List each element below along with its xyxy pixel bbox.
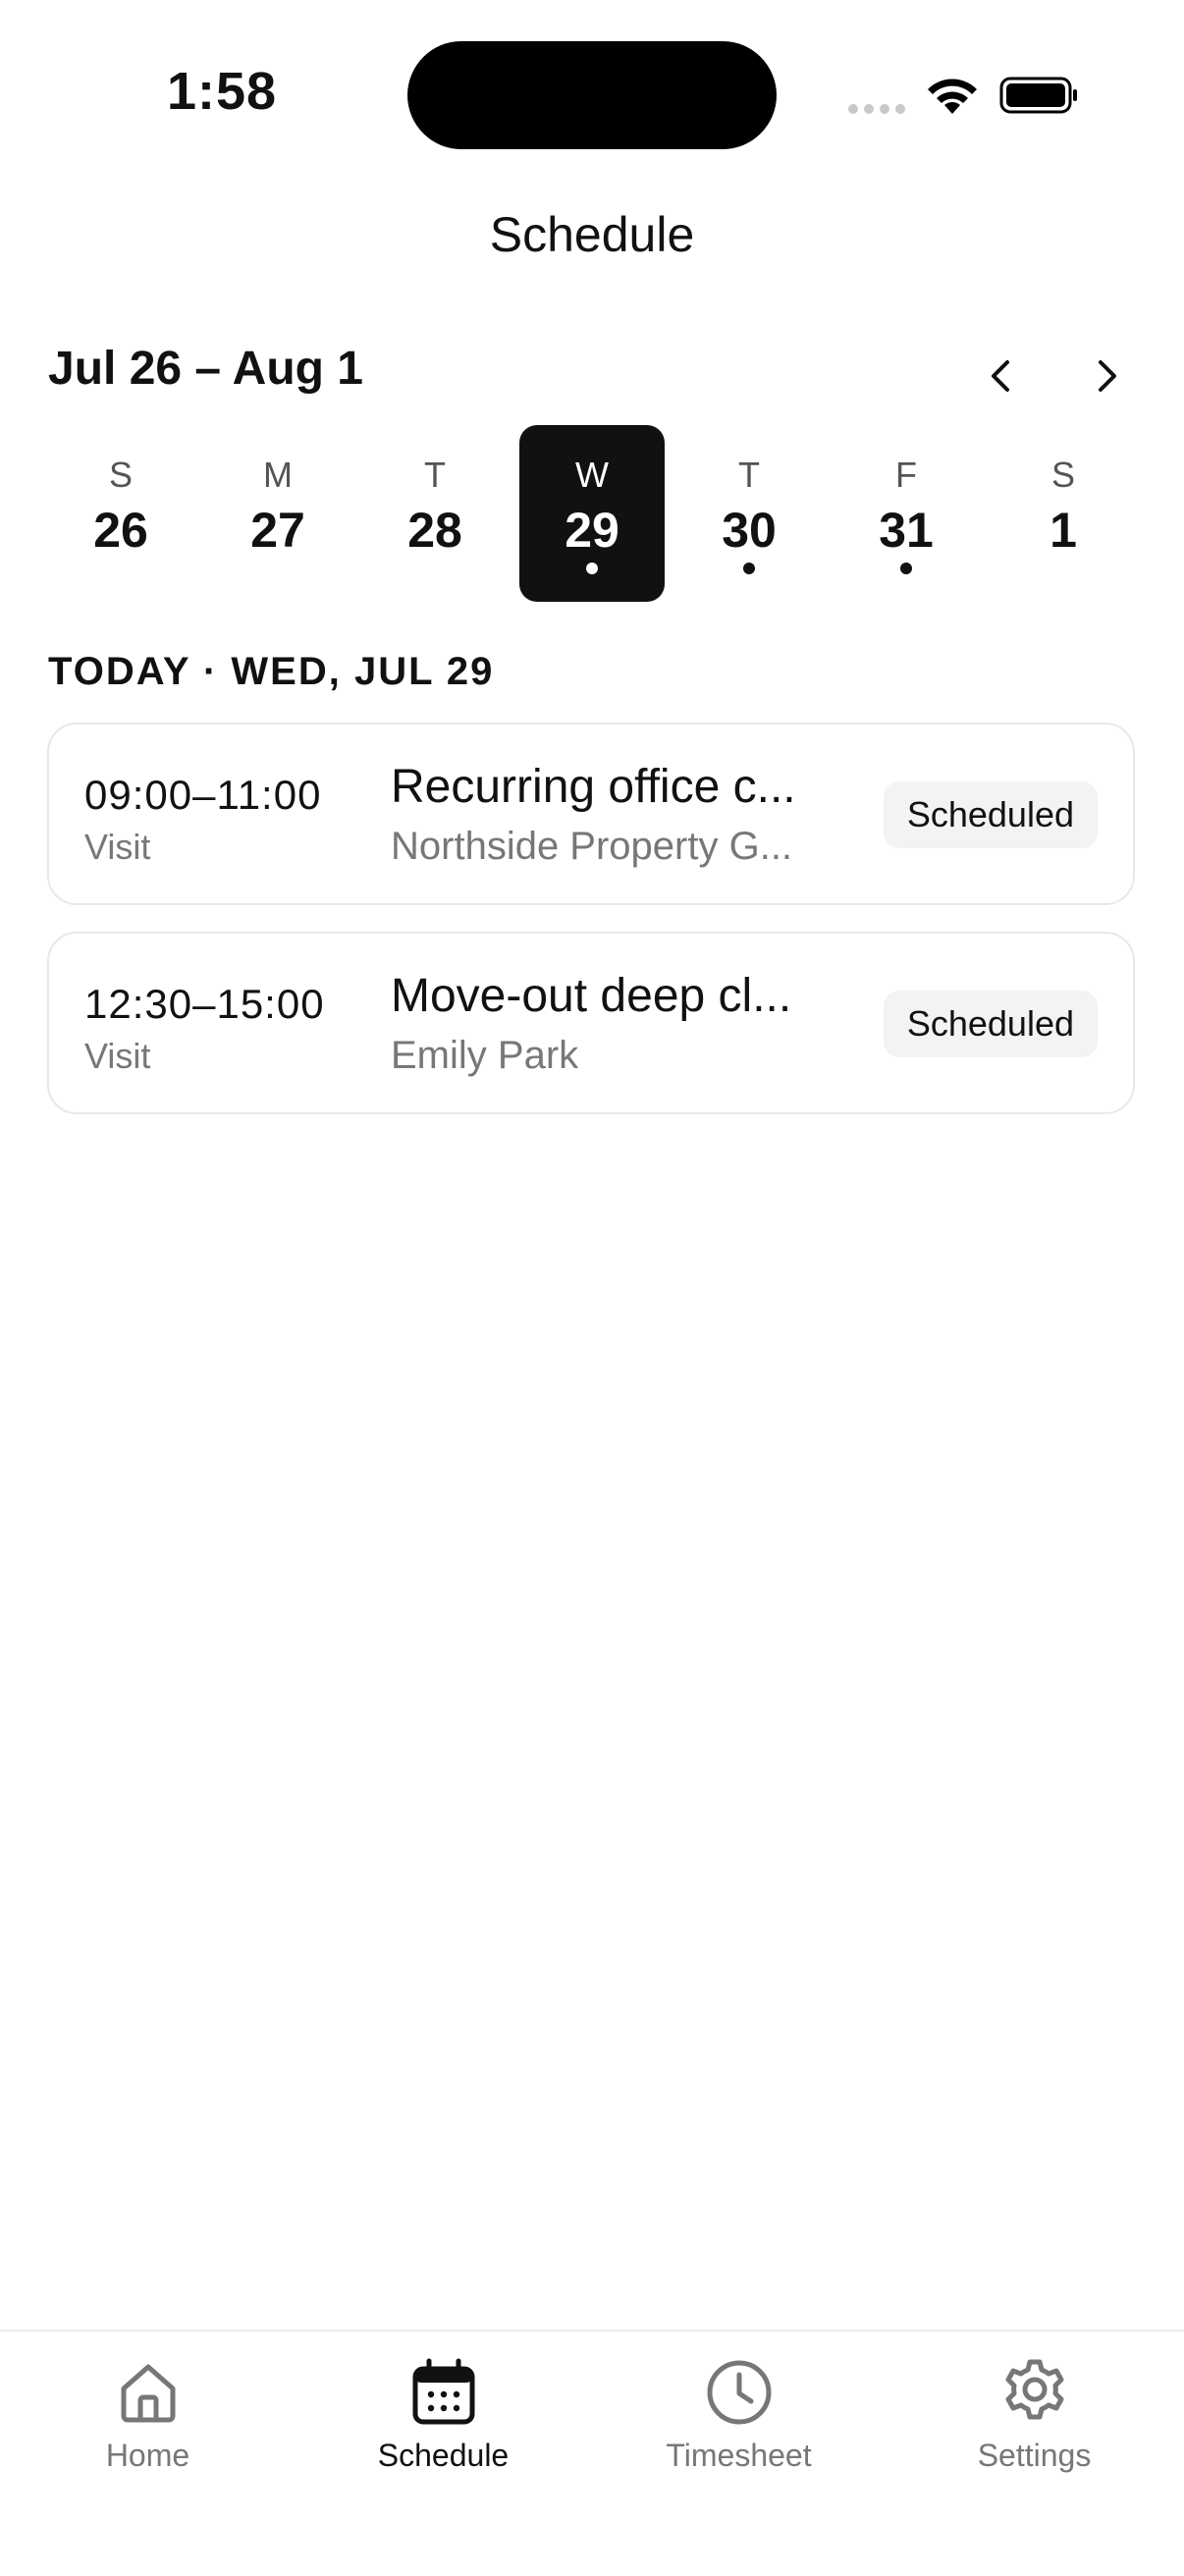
tab-label: Home [105, 2438, 190, 2473]
has-visits-dot [743, 563, 755, 574]
day-thu-30[interactable]: T 30 [676, 425, 822, 602]
gear-icon [1005, 2359, 1064, 2420]
day-of-week: S [1050, 455, 1075, 495]
chevron-left-icon [992, 360, 1009, 392]
day-of-week: W [575, 455, 609, 495]
day-of-week: T [424, 455, 446, 495]
day-sat-1[interactable]: S 1 [991, 425, 1136, 602]
week-range-label: Jul 26 – Aug 1 [48, 343, 363, 395]
visit-client: Emily Park [391, 1034, 579, 1077]
tab-settings[interactable]: Settings [887, 2332, 1182, 2528]
day-number: 1 [1049, 503, 1077, 558]
dynamic-island [407, 41, 777, 149]
week-day-strip: S 26 M 27 T 28 W 29 T 30 F 31 S 1 [48, 425, 1140, 602]
calendar-icon [412, 2358, 475, 2425]
tab-timesheet[interactable]: Timesheet [591, 2332, 887, 2528]
day-of-week: T [738, 455, 760, 495]
day-number: 29 [565, 503, 619, 558]
clock-icon [707, 2360, 772, 2425]
status-badge: Scheduled [883, 991, 1098, 1057]
tab-label: Timesheet [666, 2438, 812, 2473]
day-of-week: F [895, 455, 917, 495]
visit-title: Recurring office c... [391, 761, 796, 813]
chevron-right-icon [1099, 360, 1116, 392]
visit-title: Move-out deep cl... [391, 970, 792, 1022]
previous-week-button[interactable] [967, 342, 1036, 410]
day-tue-28[interactable]: T 28 [362, 425, 508, 602]
tab-schedule[interactable]: Schedule [296, 2332, 591, 2528]
visit-client: Northside Property G... [391, 825, 793, 868]
status-time: 1:58 [167, 62, 278, 121]
day-fri-31[interactable]: F 31 [834, 425, 979, 602]
day-number: 27 [250, 503, 305, 558]
day-of-week: M [263, 455, 293, 495]
day-number: 31 [879, 503, 934, 558]
has-visits-dot [586, 563, 598, 574]
day-of-week: S [108, 455, 133, 495]
day-number: 30 [722, 503, 777, 558]
status-badge: Scheduled [883, 781, 1098, 848]
tab-home[interactable]: Home [0, 2332, 296, 2528]
battery-icon [999, 77, 1077, 114]
visit-type: Visit [84, 827, 151, 867]
visit-time: 12:30–15:00 [84, 981, 325, 1027]
visit-card[interactable]: 12:30–15:00 Visit Move-out deep cl... Em… [47, 932, 1135, 1114]
has-visits-dot [900, 563, 912, 574]
visit-time: 09:00–11:00 [84, 772, 322, 818]
tab-bar: Home Schedule Timesheet Settings [0, 2330, 1184, 2576]
day-wed-29[interactable]: W 29 [519, 425, 665, 602]
tab-label: Schedule [377, 2438, 510, 2473]
day-sun-26[interactable]: S 26 [48, 425, 193, 602]
section-heading: TODAY · WED, JUL 29 [48, 650, 495, 693]
wifi-icon [928, 79, 977, 114]
status-bar: 1:58 [0, 0, 1184, 187]
visit-card[interactable]: 09:00–11:00 Visit Recurring office c... … [47, 723, 1135, 905]
home-icon [121, 2364, 176, 2423]
next-week-button[interactable] [1072, 342, 1141, 410]
day-mon-27[interactable]: M 27 [205, 425, 350, 602]
cellular-signal-icon [848, 104, 905, 114]
day-number: 26 [93, 503, 148, 558]
page-title: Schedule [489, 207, 695, 262]
tab-label: Settings [977, 2438, 1092, 2473]
visit-type: Visit [84, 1036, 151, 1076]
day-number: 28 [407, 503, 462, 558]
